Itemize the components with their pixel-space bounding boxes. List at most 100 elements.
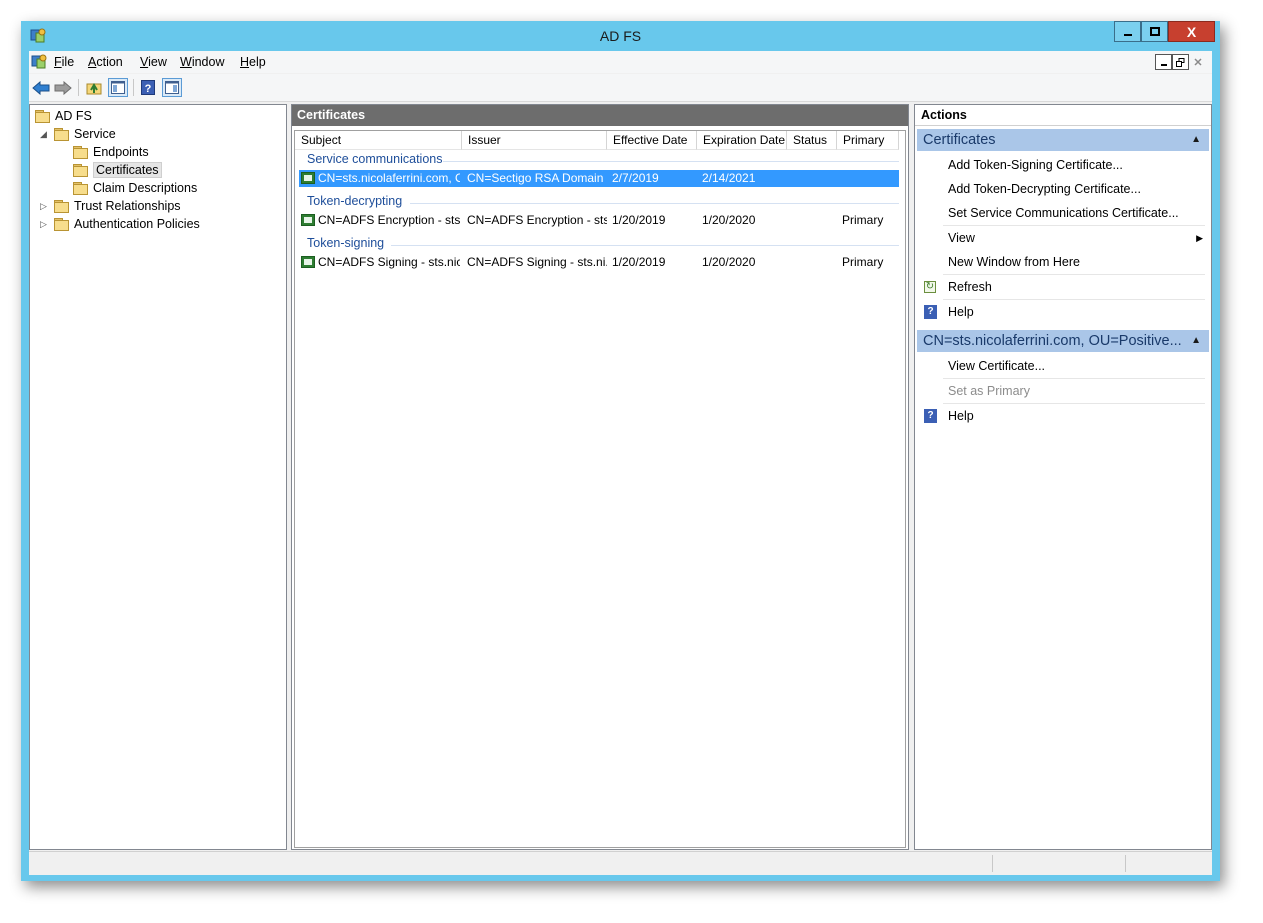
mdi-controls bbox=[1155, 54, 1206, 70]
tree-item-label: Service bbox=[74, 126, 116, 141]
results-pane: Certificates Subject Issuer Effective Da… bbox=[291, 104, 909, 850]
minimize-button[interactable] bbox=[1114, 21, 1141, 42]
up-one-level-button[interactable] bbox=[84, 78, 104, 97]
collapse-arrow-icon[interactable]: ◢ bbox=[39, 129, 48, 139]
group-header-token-signing[interactable]: Token-signing bbox=[307, 236, 384, 253]
status-bar bbox=[29, 851, 1212, 875]
actions-pane: Actions Certificates ▲ Add Token-Signing… bbox=[914, 104, 1212, 850]
action-pane-icon bbox=[165, 81, 179, 94]
tree-item-trust-relationships[interactable]: Trust Relationships bbox=[54, 197, 181, 214]
help-icon: ? bbox=[141, 80, 155, 95]
adfs-window: AD FS X File Action View Window Help ? A… bbox=[21, 21, 1220, 881]
menu-action[interactable]: Action bbox=[88, 55, 123, 69]
column-header-subject[interactable]: Subject bbox=[295, 131, 462, 150]
certificate-icon bbox=[301, 256, 315, 268]
minimize-icon bbox=[1123, 33, 1132, 36]
action-label: Refresh bbox=[948, 280, 992, 294]
mdi-close-button[interactable] bbox=[1189, 54, 1206, 70]
folder-icon bbox=[73, 145, 88, 159]
tree-item-endpoints[interactable]: Endpoints bbox=[73, 143, 149, 160]
menu-help[interactable]: Help bbox=[240, 55, 266, 69]
toolbar-separator bbox=[133, 79, 134, 96]
tree-item-label: AD FS bbox=[55, 108, 92, 123]
actions-section-selected-certificate[interactable]: CN=sts.nicolaferrini.com, OU=Positive...… bbox=[917, 330, 1209, 352]
close-icon: X bbox=[1186, 23, 1197, 40]
tree-item-label: Authentication Policies bbox=[74, 216, 200, 231]
folder-icon bbox=[54, 217, 69, 231]
table-row[interactable]: CN=sts.nicolaferrini.com, O... CN=Sectig… bbox=[299, 170, 899, 187]
column-header-status[interactable]: Status bbox=[787, 131, 837, 150]
column-header-primary[interactable]: Primary bbox=[837, 131, 899, 150]
tree-item-authentication-policies[interactable]: Authentication Policies bbox=[54, 215, 200, 232]
table-row[interactable]: CN=ADFS Signing - sts.nic... CN=ADFS Sig… bbox=[299, 254, 899, 271]
show-hide-console-tree-button[interactable] bbox=[108, 78, 128, 97]
menu-window[interactable]: Window bbox=[180, 55, 224, 69]
window-title: AD FS bbox=[599, 28, 642, 44]
action-add-token-decrypting-certificate[interactable]: Add Token-Decrypting Certificate... bbox=[917, 177, 1209, 201]
action-add-token-signing-certificate[interactable]: Add Token-Signing Certificate... bbox=[917, 153, 1209, 177]
refresh-icon: ↻ bbox=[924, 281, 936, 293]
help-icon: ? bbox=[924, 305, 937, 319]
results-pane-title: Certificates bbox=[292, 105, 908, 126]
group-header-token-decrypting[interactable]: Token-decrypting bbox=[307, 194, 402, 211]
forward-button[interactable] bbox=[53, 78, 73, 97]
tree-item-label: Trust Relationships bbox=[74, 198, 181, 213]
folder-icon bbox=[54, 127, 69, 141]
menu-file[interactable]: File bbox=[54, 55, 74, 69]
svg-text:?: ? bbox=[145, 83, 152, 95]
action-view[interactable]: View ▶ bbox=[917, 226, 1209, 250]
close-button[interactable]: X bbox=[1168, 21, 1215, 42]
title-bar[interactable]: AD FS X bbox=[21, 21, 1220, 51]
expand-arrow-icon[interactable]: ▷ bbox=[39, 201, 48, 211]
menu-view[interactable]: View bbox=[140, 55, 167, 69]
folder-icon bbox=[73, 163, 88, 177]
action-set-service-communications-certificate[interactable]: Set Service Communications Certificate..… bbox=[917, 201, 1209, 225]
actions-section-certificates[interactable]: Certificates ▲ bbox=[917, 129, 1209, 151]
group-header-service-communications[interactable]: Service communications bbox=[307, 152, 442, 169]
mdi-minimize-button[interactable] bbox=[1155, 54, 1172, 70]
action-refresh[interactable]: ↻ Refresh bbox=[917, 275, 1209, 299]
column-header-effective-date[interactable]: Effective Date bbox=[607, 131, 697, 150]
help-icon: ? bbox=[924, 409, 937, 423]
tree-item-certificates[interactable]: Certificates bbox=[73, 161, 162, 178]
certificates-list[interactable]: Subject Issuer Effective Date Expiration… bbox=[294, 130, 906, 848]
tree-item-service[interactable]: Service bbox=[54, 125, 116, 142]
collapse-up-arrow-icon[interactable]: ▲ bbox=[1191, 129, 1201, 151]
tree-item-label: Certificates bbox=[93, 161, 162, 178]
action-help-certificate[interactable]: ? Help bbox=[917, 404, 1209, 428]
status-bar-segment bbox=[1125, 855, 1126, 872]
tree-item-claim-descriptions[interactable]: Claim Descriptions bbox=[73, 179, 197, 196]
adfs-menu-icon[interactable] bbox=[31, 54, 47, 70]
cell-status bbox=[792, 212, 838, 229]
expand-arrow-icon[interactable]: ▷ bbox=[39, 219, 48, 229]
folder-icon bbox=[35, 109, 50, 123]
table-row[interactable]: CN=ADFS Encryption - sts.... CN=ADFS Enc… bbox=[299, 212, 899, 229]
console-tree: AD FS ◢ Service Endpoints Certificates C… bbox=[29, 104, 287, 850]
cell-expiration-date: 2/14/2021 bbox=[702, 171, 756, 185]
help-toolbar-button[interactable]: ? bbox=[138, 78, 158, 97]
column-header-expiration-date[interactable]: Expiration Date bbox=[697, 131, 787, 150]
action-new-window-from-here[interactable]: New Window from Here bbox=[917, 250, 1209, 274]
console-tree-icon bbox=[111, 81, 125, 94]
status-bar-segment bbox=[992, 855, 993, 872]
cell-effective-date: 1/20/2019 bbox=[612, 255, 666, 269]
collapse-up-arrow-icon[interactable]: ▲ bbox=[1191, 330, 1201, 352]
certificate-icon bbox=[301, 214, 315, 226]
column-header-issuer[interactable]: Issuer bbox=[462, 131, 607, 150]
folder-icon bbox=[54, 199, 69, 213]
mdi-restore-button[interactable] bbox=[1172, 54, 1189, 70]
back-button[interactable] bbox=[31, 78, 51, 97]
restore-icon bbox=[1176, 57, 1185, 67]
action-label: Help bbox=[948, 305, 974, 319]
show-hide-action-pane-button[interactable] bbox=[162, 78, 182, 97]
tree-item-label: Claim Descriptions bbox=[93, 180, 198, 195]
tree-item-label: Endpoints bbox=[93, 144, 149, 159]
mmc-client-area: File Action View Window Help ? AD FS ◢ S… bbox=[29, 51, 1212, 875]
maximize-button[interactable] bbox=[1141, 21, 1168, 42]
group-divider bbox=[443, 161, 899, 162]
toolbar: ? bbox=[29, 74, 1212, 102]
action-help[interactable]: ? Help bbox=[917, 300, 1209, 324]
action-view-certificate[interactable]: View Certificate... bbox=[917, 354, 1209, 378]
tree-item-adfs[interactable]: AD FS bbox=[35, 107, 92, 124]
minimize-icon bbox=[1160, 64, 1167, 66]
